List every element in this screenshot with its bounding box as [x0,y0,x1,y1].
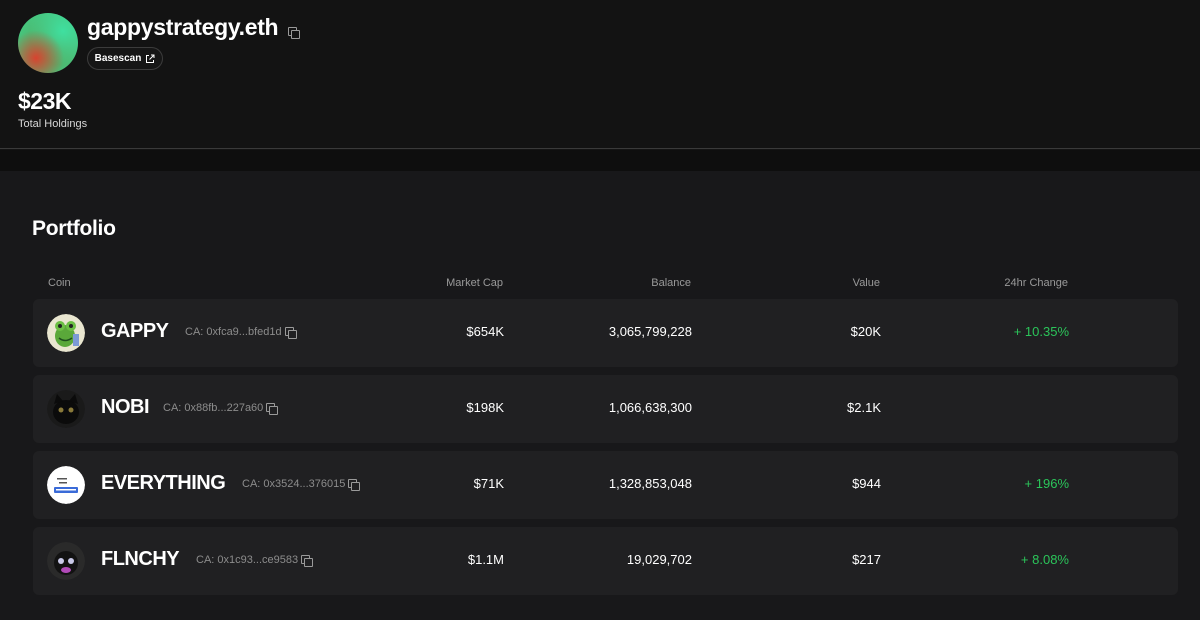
contract-address[interactable]: CA: 0x1c93...ce9583 [196,554,314,567]
portfolio-title: Portfolio [32,217,116,240]
value-cell: $944 [852,476,881,491]
basescan-link[interactable]: Basescan [87,47,163,70]
everything-logo-icon [47,466,85,504]
contract-address-text: CA: 0x3524...376015 [242,478,346,490]
coin-ticker: GAPPY [101,320,169,342]
column-header-24hr-change: 24hr Change [1004,277,1068,289]
balance-cell: 19,029,702 [626,552,692,567]
change-cell: + 10.35% [1013,324,1069,339]
balance-cell: 3,065,799,228 [608,324,692,339]
copy-icon[interactable] [348,478,361,491]
column-header-market-cap: Market Cap [446,277,503,289]
change-cell: + 196% [1024,476,1069,491]
basescan-label: Basescan [94,53,142,64]
contract-address[interactable]: CA: 0xfca9...bfed1d [185,326,297,339]
balance-cell: 1,066,638,300 [608,400,692,415]
contract-address[interactable]: CA: 0x3524...376015 [242,478,361,491]
market-cap-cell: $1.1M [467,552,504,567]
copy-address-button[interactable] [288,25,300,43]
black-cat-icon [47,390,85,428]
column-header-balance: Balance [651,277,691,289]
total-holdings-label: Total Holdings [18,118,88,130]
table-header: Coin Market Cap Balance Value 24hr Chang… [32,277,1178,291]
copy-icon [288,27,300,39]
portfolio-section: Portfolio Coin Market Cap Balance Value … [0,171,1200,620]
market-cap-cell: $71K [473,476,504,491]
value-cell: $2.1K [847,400,881,415]
copy-icon[interactable] [301,554,314,567]
total-holdings-value: $23K [18,88,71,114]
value-cell: $217 [852,552,881,567]
cat-avatar-icon [47,542,85,580]
market-cap-cell: $198K [466,400,504,415]
contract-address-text: CA: 0xfca9...bfed1d [185,326,282,338]
profile-name: gappystrategy.eth [87,14,279,40]
copy-icon[interactable] [266,402,279,415]
column-header-coin: Coin [48,277,71,289]
contract-address-text: CA: 0x88fb...227a60 [163,402,264,414]
profile-avatar [18,13,78,73]
copy-icon[interactable] [284,326,297,339]
contract-address[interactable]: CA: 0x88fb...227a60 [163,402,279,415]
market-cap-cell: $654K [466,324,504,339]
value-cell: $20K [850,324,881,339]
table-row[interactable]: GAPPY CA: 0xfca9...bfed1d $654K 3,065,79… [33,299,1178,367]
section-divider [0,150,1200,171]
external-link-icon [146,54,155,63]
coin-ticker: NOBI [101,396,150,418]
profile-header: gappystrategy.eth Basescan $23K Total Ho… [0,0,1200,149]
contract-address-text: CA: 0x1c93...ce9583 [196,554,299,566]
table-row[interactable]: EVERYTHING CA: 0x3524...376015 $71K 1,32… [33,451,1178,519]
table-row[interactable]: NOBI CA: 0x88fb...227a60 $198K 1,066,638… [33,375,1178,443]
balance-cell: 1,328,853,048 [608,476,692,491]
coin-ticker: FLNCHY [101,548,180,570]
column-header-value: Value [852,277,880,289]
coin-ticker: EVERYTHING [101,472,226,494]
frog-icon [47,314,85,352]
table-row[interactable]: FLNCHY CA: 0x1c93...ce9583 $1.1M 19,029,… [33,527,1178,595]
change-cell: + 8.08% [1020,552,1069,567]
